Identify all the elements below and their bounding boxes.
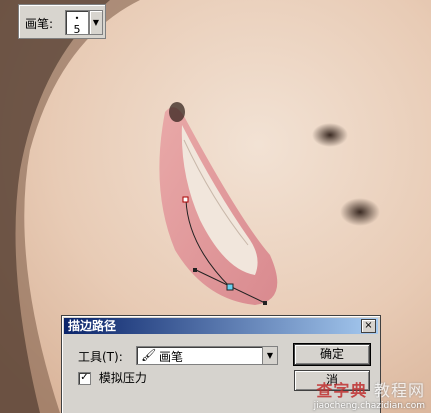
- close-button[interactable]: ×: [361, 319, 376, 333]
- watermark-sub: 教程网: [373, 381, 425, 400]
- simulate-pressure-checkbox[interactable]: ✓: [78, 372, 91, 385]
- chevron-down-icon: ▼: [92, 18, 100, 27]
- tool-label: 工具(T):: [78, 350, 123, 364]
- brush-size: 5: [73, 23, 81, 36]
- ok-button[interactable]: 确定: [293, 343, 371, 366]
- brush-preset-picker[interactable]: • 5: [65, 10, 89, 35]
- brush-dropdown-button[interactable]: ▼: [89, 10, 103, 35]
- dialog-title: 描边路径: [68, 319, 117, 333]
- watermark-main: 查字典: [316, 381, 368, 400]
- paintbrush-icon: 🖌: [141, 348, 157, 362]
- simulate-pressure-label: 模拟压力: [98, 371, 147, 385]
- simulate-pressure-row[interactable]: ✓ 模拟压力: [78, 369, 147, 386]
- brush-options-bar: 画笔: • 5 ▼: [18, 4, 106, 39]
- brush-label: 画笔:: [25, 17, 54, 31]
- tool-select[interactable]: 🖌 画笔 ▼: [136, 346, 278, 365]
- close-icon: ×: [364, 320, 373, 331]
- watermark: 查字典 教程网 jiaocheng.chazidian.com: [314, 377, 425, 411]
- tool-value: 画笔: [159, 350, 184, 364]
- watermark-url: jiaocheng.chazidian.com: [313, 401, 425, 411]
- chevron-down-icon[interactable]: ▼: [262, 347, 277, 364]
- photo-canvas[interactable]: 画笔: • 5 ▼ 描边路径 × 工具(T): 🖌 画笔 ▼ ✓ 模拟压力 确定…: [0, 0, 431, 413]
- dialog-titlebar[interactable]: 描边路径 ×: [64, 318, 378, 334]
